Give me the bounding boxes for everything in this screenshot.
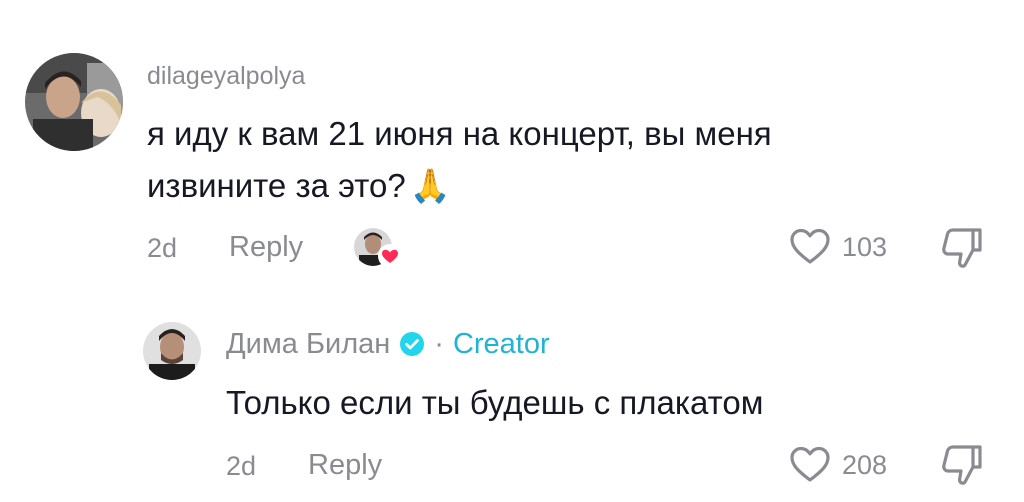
liked-heart-icon: [378, 244, 402, 268]
creator-avatar[interactable]: [143, 322, 201, 380]
creator-username[interactable]: Дима Билан: [226, 328, 390, 361]
heart-icon[interactable]: [788, 444, 832, 484]
creator-liked-badge: [354, 228, 402, 270]
comment-text-line-2: извините за это? 🙏: [147, 160, 451, 211]
heart-icon[interactable]: [788, 226, 832, 266]
dislike-icon[interactable]: [938, 441, 986, 489]
reply-like-count: 208: [842, 450, 888, 480]
reply-reply-button[interactable]: Reply: [308, 449, 382, 482]
commenter-username[interactable]: dilageyalpolya: [147, 62, 305, 91]
reply-text: Только если ты будешь с плакатом: [226, 384, 764, 421]
commenter-avatar[interactable]: [25, 53, 123, 151]
comment-age: 2d: [147, 233, 178, 263]
praying-hands-emoji: 🙏: [409, 166, 451, 205]
name-separator: ·: [434, 327, 444, 360]
comment-text-line-1: я иду к вам 21 июня на концерт, вы меня: [147, 115, 772, 152]
comment-reply-button[interactable]: Reply: [229, 231, 303, 264]
verified-badge-icon: [400, 332, 425, 356]
dislike-icon[interactable]: [938, 224, 986, 272]
comment-like-count: 103: [842, 232, 888, 262]
creator-name-row: Дима Билан · Creator: [226, 327, 550, 361]
reply-age: 2d: [226, 451, 257, 481]
creator-label: Creator: [452, 327, 550, 360]
comment-text-line-2-text: извините за это?: [147, 167, 406, 204]
